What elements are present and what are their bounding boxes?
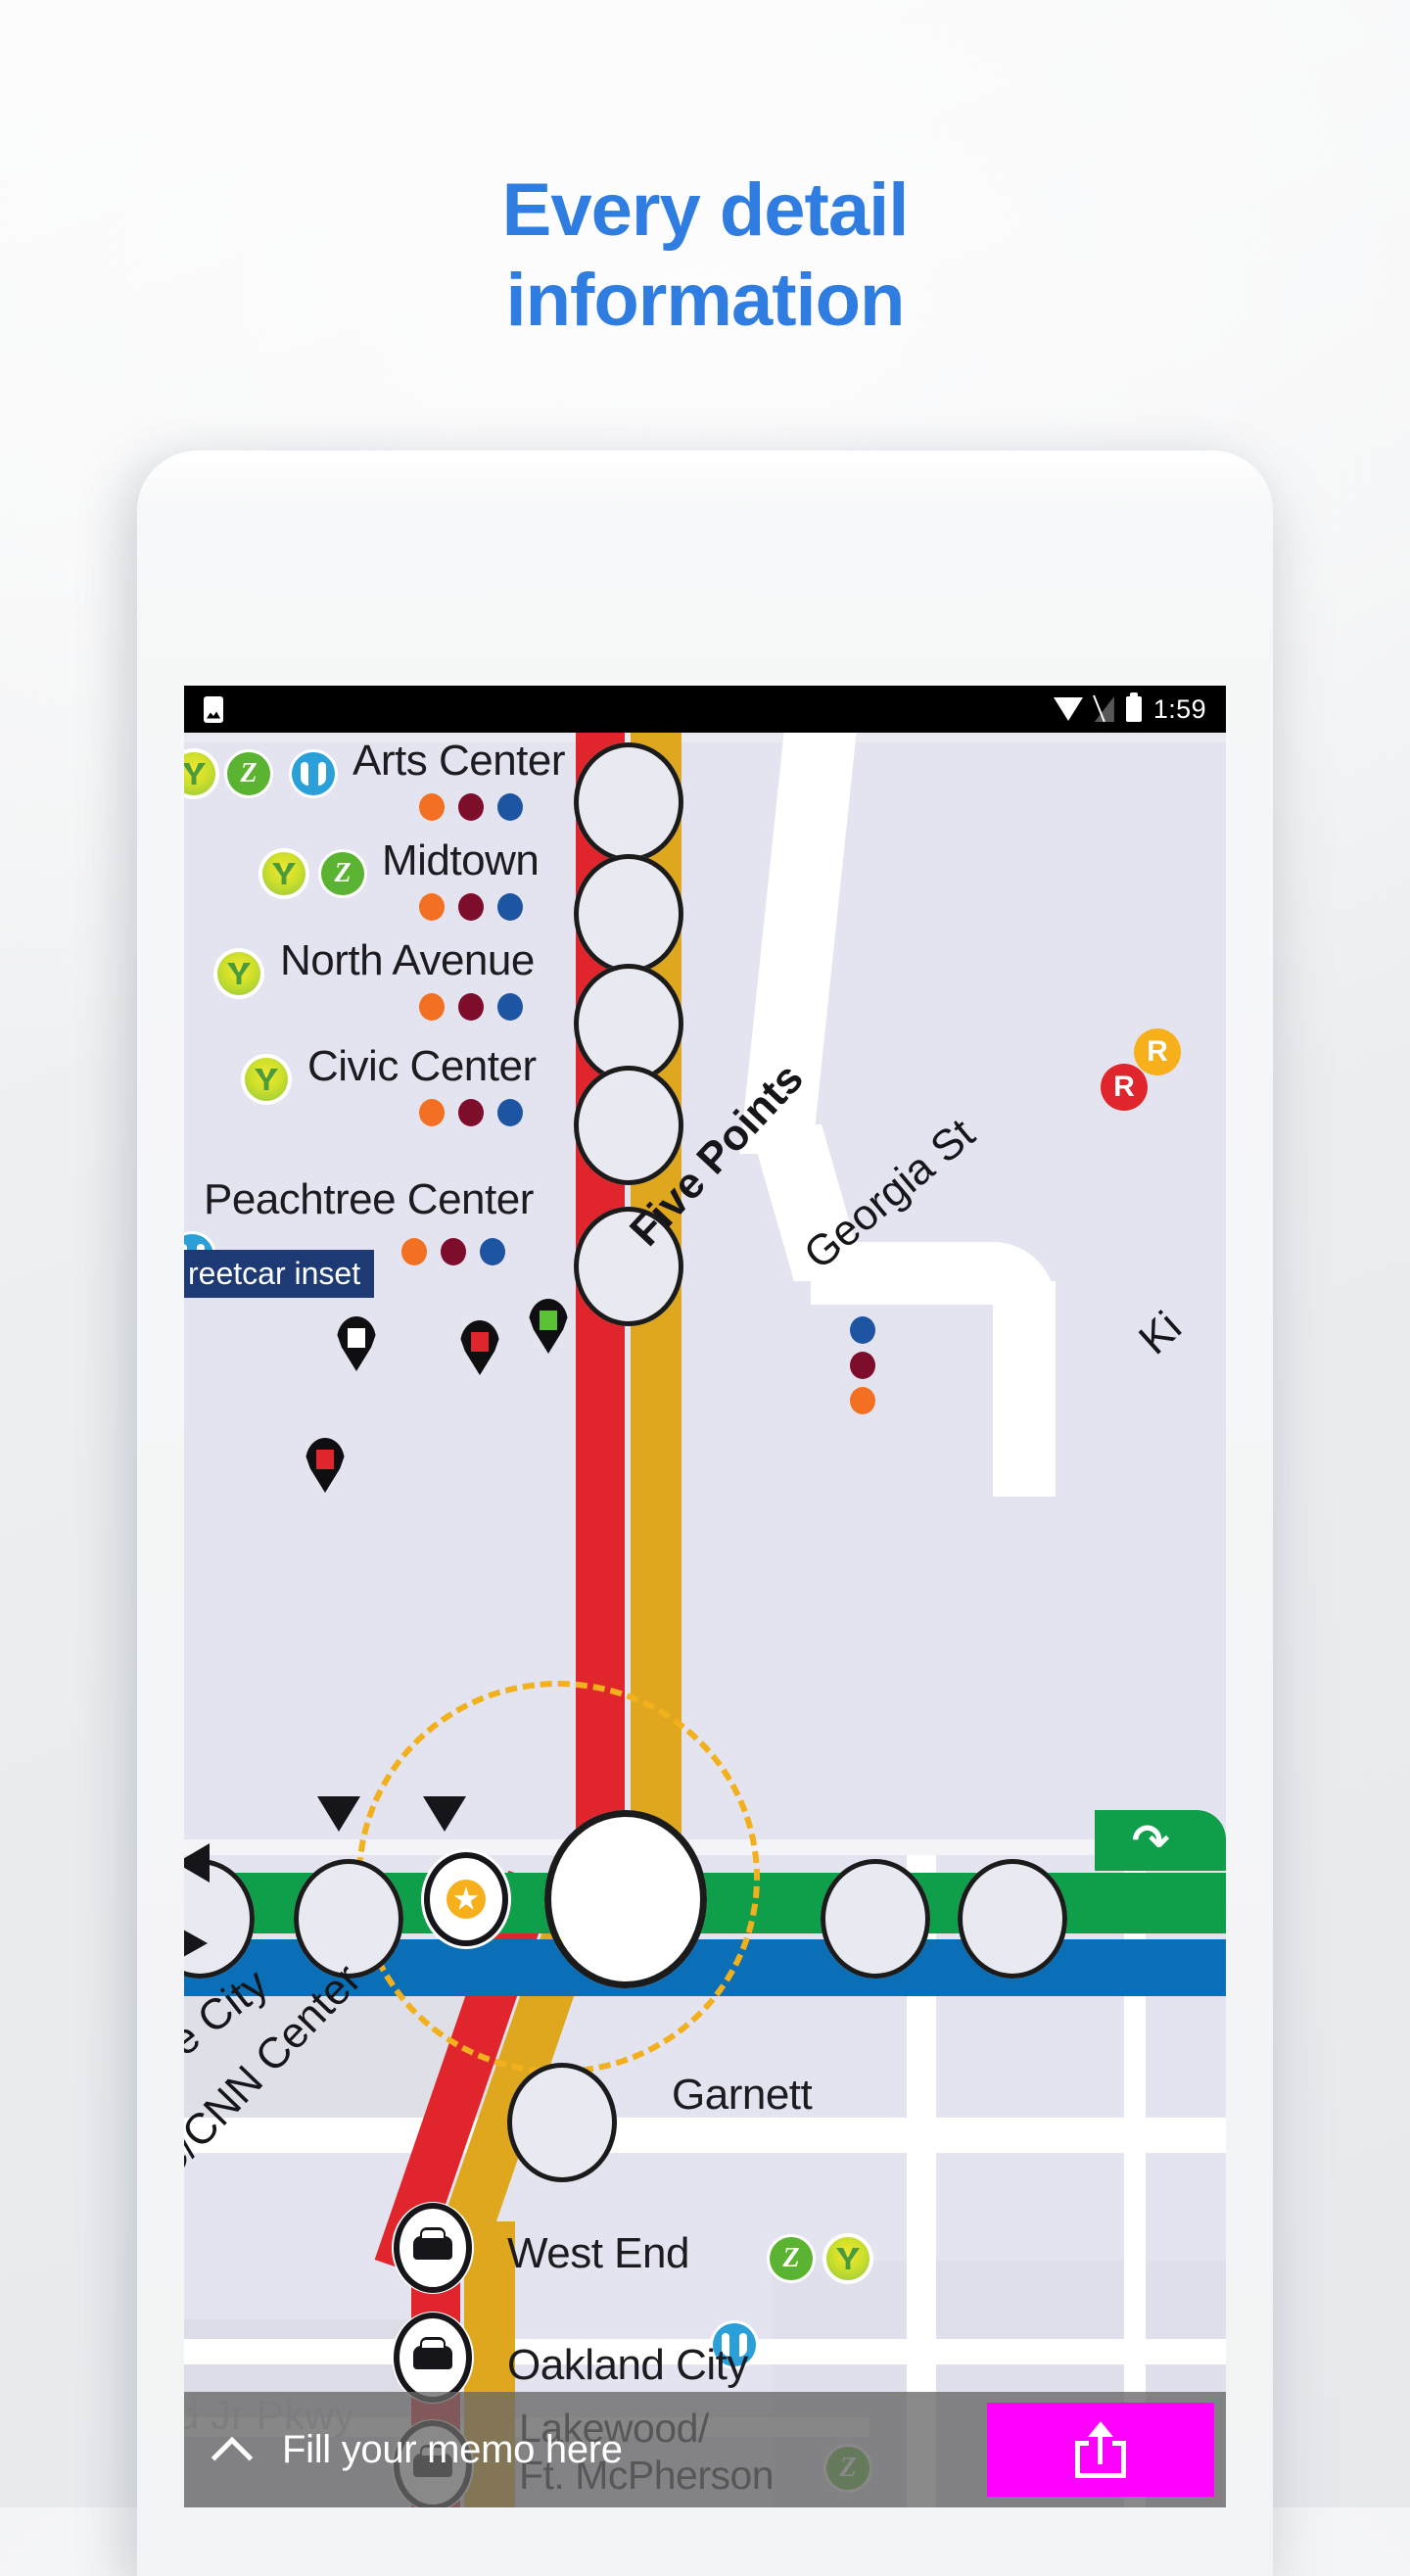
status-bar-right: 1:59 <box>1053 692 1206 725</box>
transit-map[interactable]: Z Arts Center Z Midtown North Avenue Civ… <box>184 733 1226 2507</box>
dot-maroon <box>458 793 484 821</box>
status-bar-clock: 1:59 <box>1152 693 1206 724</box>
dot-blue <box>497 1099 523 1126</box>
station-marker-five-points[interactable] <box>544 1810 707 1988</box>
dot-maroon <box>850 1352 875 1379</box>
station-ring <box>394 2203 472 2293</box>
memo-bar[interactable]: Fill your memo here <box>184 2392 1226 2507</box>
station-label-peachtree-center[interactable]: Peachtree Center <box>204 1175 534 1224</box>
memo-input-placeholder[interactable]: Fill your memo here <box>282 2428 623 2472</box>
station-label-north-avenue[interactable]: North Avenue <box>280 936 535 985</box>
dot-blue <box>850 1316 875 1344</box>
amenity-dots-civic-center <box>419 1099 523 1126</box>
station-ring <box>394 2313 472 2403</box>
station-ring <box>424 1852 508 1946</box>
share-icon-tip <box>1088 2421 1113 2437</box>
map-freeway <box>993 1281 1056 1497</box>
share-icon <box>1075 2421 1126 2478</box>
station-marker-oakland-city[interactable] <box>392 2312 474 2404</box>
amenity-dots-peachtree-center <box>401 1238 505 1265</box>
dot-maroon <box>441 1238 466 1265</box>
share-button[interactable] <box>987 2403 1214 2497</box>
parking-car-icon <box>413 2227 452 2260</box>
relay-bikeshare-icon <box>262 852 306 895</box>
station-marker-vine-city-star[interactable] <box>421 1849 511 1949</box>
dot-maroon <box>458 893 484 921</box>
dot-maroon <box>458 993 484 1021</box>
zipcar-icon: Z <box>227 752 270 795</box>
parking-car-icon <box>413 2337 452 2369</box>
dot-blue <box>497 893 523 921</box>
relay-bikeshare-icon <box>245 1058 288 1101</box>
signal-off-icon <box>1095 696 1114 722</box>
phone-screen: 1:59 Z Arts Center Z Midtown North Avenu… <box>184 686 1226 2507</box>
dot-maroon <box>458 1099 484 1126</box>
dot-orange <box>419 993 445 1021</box>
station-marker-garnett[interactable] <box>507 2063 617 2182</box>
station-marker-king-memorial[interactable] <box>958 1859 1067 1979</box>
station-label-civic-center[interactable]: Civic Center <box>307 1042 537 1091</box>
station-label-midtown[interactable]: Midtown <box>382 836 540 885</box>
dot-blue <box>497 793 523 821</box>
map-road <box>184 733 1226 742</box>
pin-swatch <box>316 1450 334 1469</box>
station-marker-civic-center[interactable] <box>574 1066 683 1185</box>
dot-orange <box>419 793 445 821</box>
map-base <box>184 733 1226 2507</box>
arrow-right-icon <box>184 1926 208 1961</box>
station-marker-georgia-state[interactable] <box>821 1859 930 1979</box>
streetcar-inset-badge[interactable]: reetcar inset <box>184 1250 375 1298</box>
headline-line-1: Every detail <box>501 168 910 252</box>
r-badge-red[interactable]: R <box>1101 1064 1148 1111</box>
dot-orange <box>401 1238 427 1265</box>
dot-blue <box>480 1238 505 1265</box>
wifi-icon <box>1053 697 1083 721</box>
headline-line-2: information <box>505 258 906 342</box>
amenity-dots-five-points <box>850 1316 875 1414</box>
amenity-dots-north-avenue <box>419 993 523 1021</box>
r-badge-amber[interactable]: R <box>1134 1028 1181 1075</box>
dot-orange <box>419 1099 445 1126</box>
page-title: Every detail information <box>0 172 1410 338</box>
zipcar-icon: Z <box>321 852 364 895</box>
dot-orange <box>850 1387 875 1414</box>
relay-bikeshare-icon <box>826 2237 870 2280</box>
amenity-dots-midtown <box>419 893 523 921</box>
station-marker-west-end[interactable] <box>392 2202 474 2294</box>
station-label-arts-center[interactable]: Arts Center <box>352 737 566 786</box>
station-label-west-end[interactable]: West End <box>507 2229 689 2278</box>
amenity-dots-arts-center <box>419 793 523 821</box>
station-marker-dome[interactable] <box>294 1859 403 1979</box>
pin-swatch <box>471 1332 489 1352</box>
image-icon <box>204 695 223 723</box>
star-icon <box>446 1880 486 1919</box>
chevron-up-icon[interactable] <box>212 2430 251 2469</box>
status-bar-left <box>204 695 223 723</box>
restroom-icon <box>292 752 335 795</box>
pin-swatch <box>540 1311 557 1330</box>
map-road <box>184 2118 1226 2153</box>
dot-blue <box>497 993 523 1021</box>
arrow-down-icon <box>317 1796 360 1832</box>
station-label-oakland-city[interactable]: Oakland City <box>507 2341 748 2390</box>
station-marker-arts-center[interactable] <box>574 742 683 862</box>
dot-orange <box>419 893 445 921</box>
loop-arrow-icon: ↷ <box>1132 1815 1170 1866</box>
arrow-left-icon <box>184 1843 210 1883</box>
station-marker-midtown[interactable] <box>574 854 683 974</box>
pin-swatch <box>348 1328 365 1348</box>
status-bar: 1:59 <box>184 686 1226 733</box>
relay-bikeshare-icon <box>217 952 260 995</box>
arrow-down-icon <box>423 1796 466 1832</box>
zipcar-icon: Z <box>770 2237 813 2280</box>
battery-icon <box>1125 692 1142 722</box>
station-label-garnett[interactable]: Garnett <box>672 2071 813 2120</box>
